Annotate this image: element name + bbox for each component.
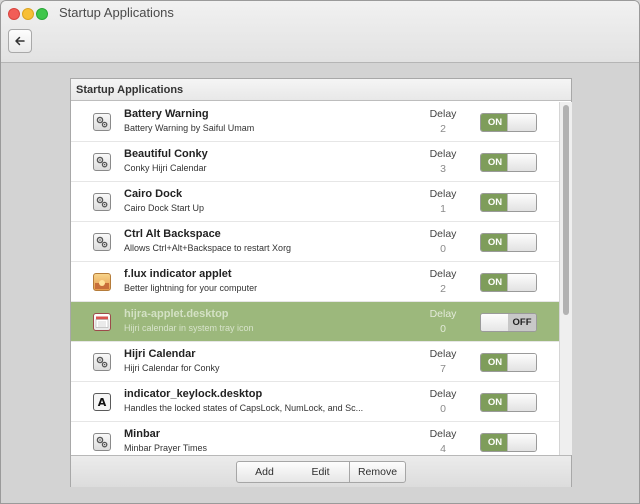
delay-label: Delay bbox=[429, 148, 457, 160]
app-description: Handles the locked states of CapsLock, N… bbox=[124, 403, 364, 413]
startup-apps-list: Battery Warning Battery Warning by Saifu… bbox=[71, 102, 559, 455]
calendar-icon bbox=[93, 313, 111, 331]
delay-label: Delay bbox=[429, 388, 457, 400]
sunset-icon bbox=[93, 273, 111, 291]
delay-value: 7 bbox=[440, 363, 446, 375]
titlebar: Startup Applications bbox=[1, 1, 639, 63]
app-name: Ctrl Alt Backspace bbox=[124, 228, 221, 240]
close-window-button[interactable] bbox=[8, 8, 20, 20]
letter-a-icon: A bbox=[93, 393, 111, 411]
startup-app-row[interactable]: Hijri Calendar Hijri Calendar for Conky … bbox=[71, 342, 559, 382]
toggle-knob bbox=[507, 114, 536, 131]
arrow-left-icon bbox=[15, 36, 25, 46]
maximize-window-button[interactable] bbox=[36, 8, 48, 20]
toggle-off-label: OFF bbox=[508, 314, 536, 331]
toggle-on-label: ON bbox=[481, 114, 509, 131]
delay-value: 2 bbox=[440, 123, 446, 135]
app-description: Hijri Calendar for Conky bbox=[124, 363, 220, 373]
enable-toggle[interactable]: ON bbox=[480, 393, 537, 412]
list-scrollbar[interactable] bbox=[559, 102, 572, 455]
app-description: Conky Hijri Calendar bbox=[124, 163, 207, 173]
delay-label: Delay bbox=[429, 188, 457, 200]
delay-label: Delay bbox=[429, 308, 457, 320]
delay-label: Delay bbox=[429, 348, 457, 360]
enable-toggle[interactable]: OFF bbox=[480, 313, 537, 332]
enable-toggle[interactable]: ON bbox=[480, 273, 537, 292]
gears-icon bbox=[93, 193, 111, 211]
delay-value: 0 bbox=[440, 403, 446, 415]
delay-value: 4 bbox=[440, 443, 446, 455]
app-name: Beautiful Conky bbox=[124, 148, 208, 160]
toggle-knob bbox=[507, 354, 536, 371]
gears-icon bbox=[93, 433, 111, 451]
toggle-knob bbox=[507, 394, 536, 411]
app-name: hijra-applet.desktop bbox=[124, 308, 229, 320]
startup-app-row[interactable]: Minbar Minbar Prayer Times Delay 4 ON bbox=[71, 422, 559, 455]
delay-value: 0 bbox=[440, 323, 446, 335]
delay-value: 3 bbox=[440, 163, 446, 175]
app-name: f.lux indicator applet bbox=[124, 268, 232, 280]
enable-toggle[interactable]: ON bbox=[480, 153, 537, 172]
add-button[interactable]: Add bbox=[236, 461, 293, 483]
delay-label: Delay bbox=[429, 228, 457, 240]
app-description: Better lightning for your computer bbox=[124, 283, 258, 293]
toggle-on-label: ON bbox=[481, 434, 509, 451]
enable-toggle[interactable]: ON bbox=[480, 233, 537, 252]
startup-app-row[interactable]: Ctrl Alt Backspace Allows Ctrl+Alt+Backs… bbox=[71, 222, 559, 262]
enable-toggle[interactable]: ON bbox=[480, 433, 537, 452]
app-description: Minbar Prayer Times bbox=[124, 443, 208, 453]
startup-app-row[interactable]: Cairo Dock Cairo Dock Start Up Delay 1 O… bbox=[71, 182, 559, 222]
window-title: Startup Applications bbox=[59, 5, 174, 20]
toggle-knob bbox=[507, 274, 536, 291]
remove-button[interactable]: Remove bbox=[349, 461, 406, 483]
enable-toggle[interactable]: ON bbox=[480, 353, 537, 372]
gears-icon bbox=[93, 153, 111, 171]
startup-apps-panel: Startup Applications Battery Warning Bat… bbox=[70, 78, 572, 487]
delay-label: Delay bbox=[429, 268, 457, 280]
enable-toggle[interactable]: ON bbox=[480, 113, 537, 132]
toggle-on-label: ON bbox=[481, 274, 509, 291]
gears-icon bbox=[93, 233, 111, 251]
toggle-knob bbox=[507, 154, 536, 171]
delay-value: 1 bbox=[440, 203, 446, 215]
app-name: Cairo Dock bbox=[124, 188, 183, 200]
toggle-on-label: ON bbox=[481, 194, 509, 211]
startup-app-row[interactable]: hijra-applet.desktop Hijri calendar in s… bbox=[71, 302, 559, 342]
list-toolbar: Add Edit Remove bbox=[71, 455, 571, 487]
delay-label: Delay bbox=[429, 428, 457, 440]
minimize-window-button[interactable] bbox=[22, 8, 34, 20]
startup-app-row[interactable]: Beautiful Conky Conky Hijri Calendar Del… bbox=[71, 142, 559, 182]
app-description: Allows Ctrl+Alt+Backspace to restart Xor… bbox=[124, 243, 292, 253]
app-name: indicator_keylock.desktop bbox=[124, 388, 263, 400]
enable-toggle[interactable]: ON bbox=[480, 193, 537, 212]
delay-label: Delay bbox=[429, 108, 457, 120]
toggle-on-label: ON bbox=[481, 154, 509, 171]
gears-icon bbox=[93, 353, 111, 371]
toggle-knob bbox=[481, 314, 510, 331]
app-name: Battery Warning bbox=[124, 108, 209, 120]
toggle-on-label: ON bbox=[481, 234, 509, 251]
startup-app-row[interactable]: Battery Warning Battery Warning by Saifu… bbox=[71, 102, 559, 142]
toggle-knob bbox=[507, 234, 536, 251]
edit-button[interactable]: Edit bbox=[292, 461, 350, 483]
startup-app-row[interactable]: f.lux indicator applet Better lightning … bbox=[71, 262, 559, 302]
scrollbar-thumb[interactable] bbox=[563, 105, 569, 315]
app-name: Hijri Calendar bbox=[124, 348, 196, 360]
toggle-on-label: ON bbox=[481, 354, 509, 371]
gears-icon bbox=[93, 113, 111, 131]
panel-header: Startup Applications bbox=[71, 79, 571, 101]
delay-value: 2 bbox=[440, 283, 446, 295]
toggle-knob bbox=[507, 434, 536, 451]
app-description: Battery Warning by Saiful Umam bbox=[124, 123, 255, 133]
app-description: Cairo Dock Start Up bbox=[124, 203, 205, 213]
toggle-knob bbox=[507, 194, 536, 211]
app-description: Hijri calendar in system tray icon bbox=[124, 323, 254, 333]
back-button[interactable] bbox=[8, 29, 32, 53]
startup-app-row[interactable]: A indicator_keylock.desktop Handles the … bbox=[71, 382, 559, 422]
delay-value: 0 bbox=[440, 243, 446, 255]
app-name: Minbar bbox=[124, 428, 161, 440]
toggle-on-label: ON bbox=[481, 394, 509, 411]
startup-applications-window: Startup Applications Startup Application… bbox=[0, 0, 640, 504]
